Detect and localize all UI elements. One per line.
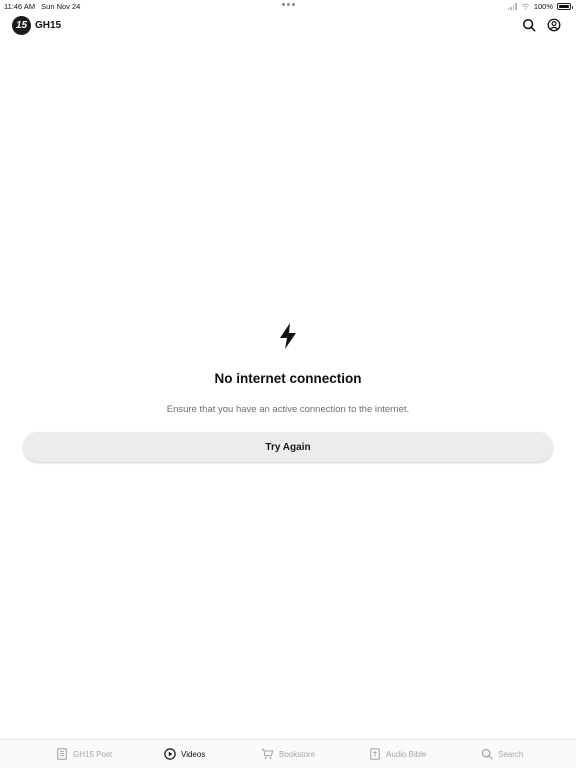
- status-bar: 11:46 AM Sun Nov 24 100%: [0, 0, 576, 12]
- search-icon: [481, 748, 493, 760]
- tab-search[interactable]: Search: [481, 746, 523, 762]
- wifi-icon: [521, 3, 530, 10]
- tab-label: Videos: [181, 749, 206, 759]
- search-icon: [522, 18, 536, 32]
- newspaper-icon: [57, 748, 67, 760]
- try-again-button[interactable]: Try Again: [23, 432, 553, 462]
- empty-state-title: No internet connection: [214, 371, 362, 386]
- battery-percentage: 100%: [533, 2, 553, 11]
- status-right: 100%: [507, 2, 573, 11]
- status-time: 11:46 AM: [4, 2, 36, 11]
- app-header: 15 GH15: [0, 14, 576, 38]
- cellular-signal-icon: [507, 3, 517, 10]
- battery-icon: [557, 3, 573, 10]
- tab-videos[interactable]: Videos: [164, 746, 205, 762]
- multitasking-dots-icon[interactable]: [282, 3, 295, 6]
- lightning-bolt-icon: [280, 323, 296, 349]
- tab-label: Search: [498, 749, 524, 759]
- empty-state-message: Ensure that you have an active connectio…: [166, 404, 410, 415]
- user-icon: [547, 18, 561, 32]
- app-logo[interactable]: 15: [12, 16, 31, 35]
- tab-label: Bookstore: [279, 749, 316, 759]
- cart-icon: [261, 748, 274, 760]
- tab-bookstore[interactable]: Bookstore: [261, 746, 315, 762]
- status-date: Sun Nov 24: [41, 2, 81, 11]
- header-search-button[interactable]: [521, 17, 537, 33]
- status-left: 11:46 AM Sun Nov 24: [4, 2, 80, 11]
- bible-icon: [370, 748, 380, 760]
- tab-bar: GH15 Post Videos Bookstore Audio Bible S…: [0, 739, 576, 768]
- play-circle-icon: [164, 748, 176, 760]
- tab-label: Audio Bible: [386, 749, 427, 759]
- app-title: GH15: [35, 20, 62, 31]
- tab-label: GH15 Post: [73, 749, 113, 759]
- tab-gh15-post[interactable]: GH15 Post: [56, 746, 112, 762]
- account-button[interactable]: [546, 17, 562, 33]
- tab-audio-bible[interactable]: Audio Bible: [369, 746, 426, 762]
